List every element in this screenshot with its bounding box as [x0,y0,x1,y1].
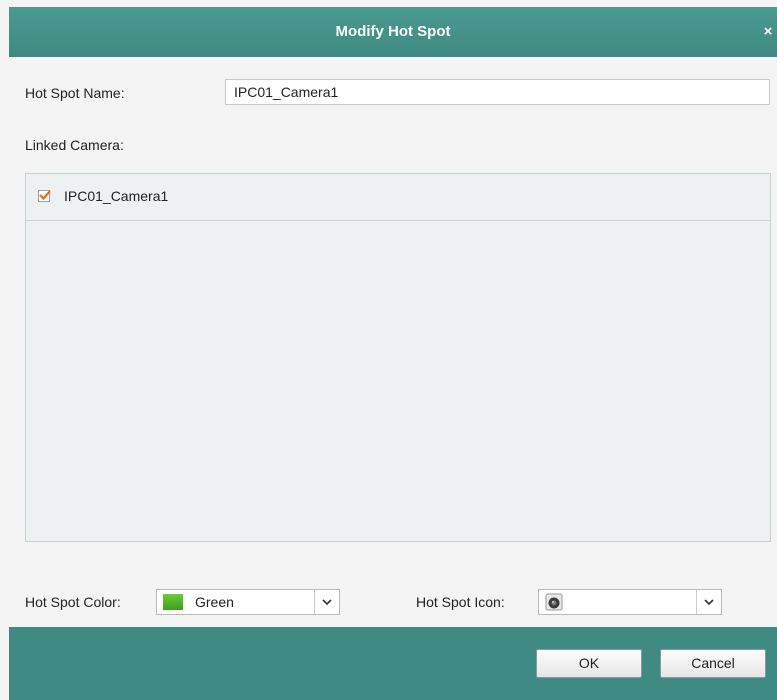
camera-checkbox[interactable] [38,190,51,202]
linked-camera-list: IPC01_Camera1 [25,173,771,542]
camera-icon [545,593,563,611]
dialog-titlebar: Modify Hot Spot × [9,7,777,57]
hot-spot-color-label: Hot Spot Color: [25,594,121,610]
color-value: Green [195,594,234,610]
cancel-button[interactable]: Cancel [660,649,766,678]
hot-spot-name-input[interactable] [225,79,770,105]
hot-spot-color-select[interactable]: Green [156,589,340,615]
ok-button[interactable]: OK [536,649,642,678]
camera-list-item[interactable]: IPC01_Camera1 [26,174,770,221]
close-icon[interactable]: × [761,7,775,57]
dialog-footer: OK Cancel [9,627,777,700]
chevron-down-icon[interactable] [314,590,339,614]
dialog-title: Modify Hot Spot [335,23,451,40]
checkmark-icon [39,190,51,201]
hot-spot-name-label: Hot Spot Name: [25,85,125,101]
camera-name: IPC01_Camera1 [64,188,169,204]
linked-camera-label: Linked Camera: [25,137,124,153]
hot-spot-icon-label: Hot Spot Icon: [416,594,505,610]
hot-spot-icon-select[interactable] [538,589,722,615]
chevron-down-icon[interactable] [696,590,721,614]
dialog-body: Hot Spot Name: Linked Camera: IPC01_Came… [9,57,777,627]
green-color-swatch [163,594,183,610]
modify-hot-spot-dialog: Modify Hot Spot × Hot Spot Name: Linked … [0,0,777,700]
